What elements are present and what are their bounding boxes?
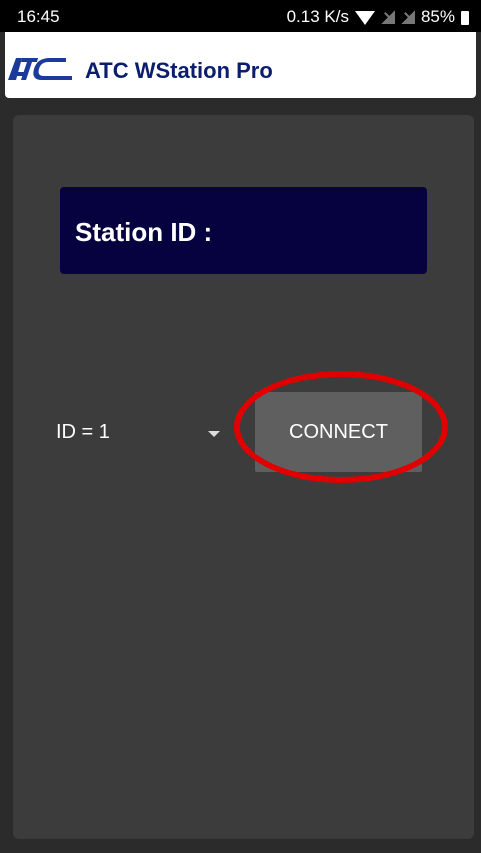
- dropdown-caret-icon: [208, 431, 220, 437]
- status-right: 0.13 K/s 85%: [287, 7, 469, 27]
- battery-icon: [461, 10, 469, 25]
- station-id-select[interactable]: ID = 1: [56, 413, 236, 453]
- main-panel: Station ID : ID = 1 CONNECT: [13, 115, 474, 839]
- station-id-value: ID = 1: [56, 421, 110, 443]
- app-bar: ATC WStation Pro: [5, 32, 476, 98]
- atc-logo: [8, 58, 72, 80]
- connect-button[interactable]: CONNECT: [255, 392, 422, 472]
- battery-percent: 85%: [420, 7, 455, 26]
- no-signal-icon: [380, 10, 395, 24]
- no-signal-icon: [400, 10, 415, 24]
- wifi-icon: [354, 11, 375, 25]
- station-id-label: Station ID :: [75, 217, 213, 247]
- app-title: ATC WStation Pro: [85, 58, 273, 83]
- network-speed: 0.13 K/s: [286, 7, 349, 26]
- status-time: 16:45: [17, 7, 60, 26]
- status-bar: 16:45 0.13 K/s 85%: [0, 0, 481, 32]
- station-id-box: Station ID :: [60, 187, 427, 274]
